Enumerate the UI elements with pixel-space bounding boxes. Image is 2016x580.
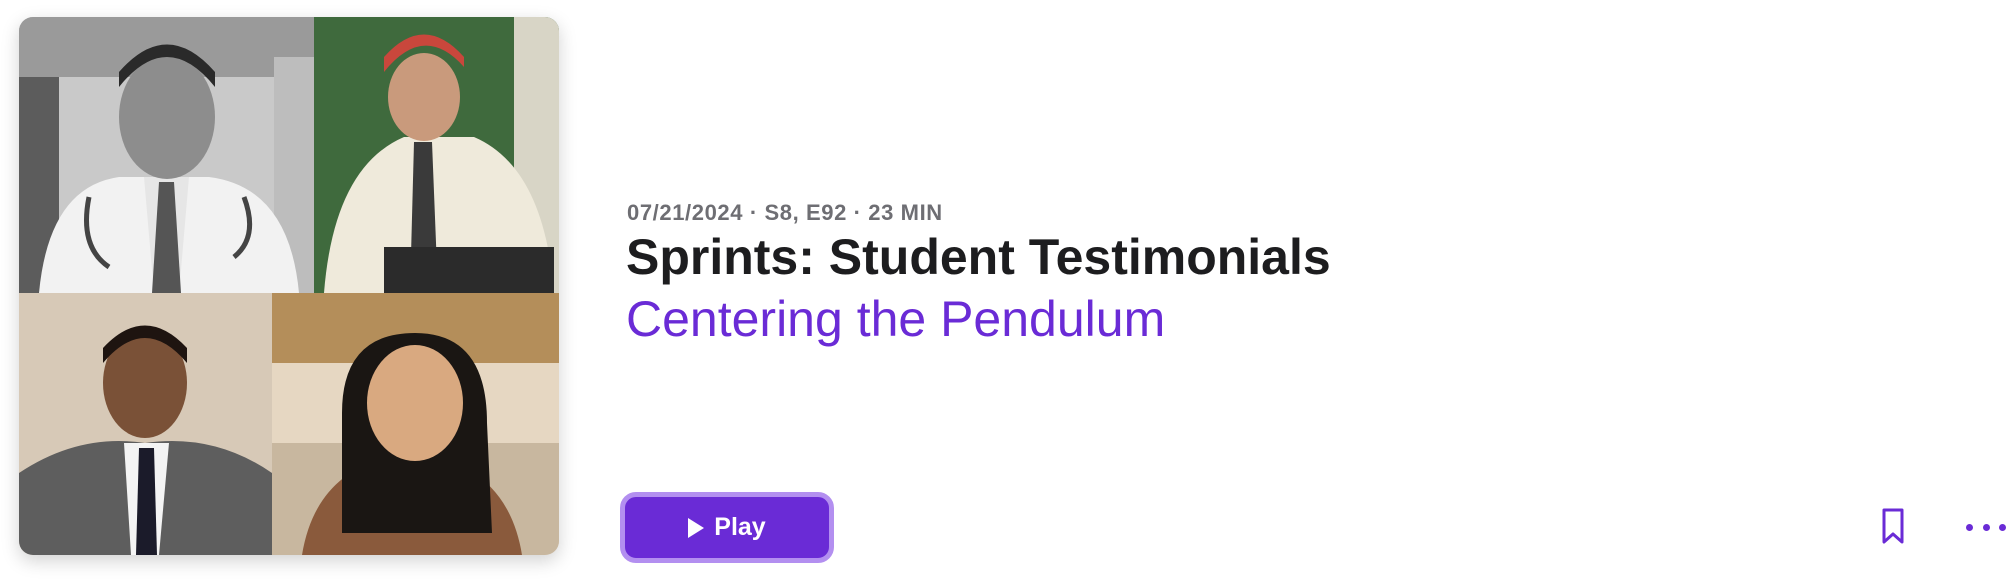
episode-meta: 07/21/2024 · S8, E92 · 23 MIN xyxy=(627,200,943,225)
play-button-label: Play xyxy=(714,513,766,541)
play-icon xyxy=(688,517,705,538)
show-name-link[interactable]: Centering the Pendulum xyxy=(626,290,1165,348)
more-icon-dot xyxy=(1982,523,1990,531)
artwork-photo-4 xyxy=(272,293,559,555)
episode-header: 07/21/2024 · S8, E92 · 23 MIN Sprints: S… xyxy=(0,0,2016,580)
bookmark-icon xyxy=(1882,508,1904,544)
artwork-photo-3 xyxy=(19,293,272,555)
artwork-photo-1 xyxy=(19,17,314,293)
episode-artwork xyxy=(19,17,559,555)
episode-title: Sprints: Student Testimonials xyxy=(626,229,1331,285)
play-button[interactable]: Play xyxy=(620,492,834,563)
more-options-button[interactable] xyxy=(1966,516,2006,538)
more-icon xyxy=(1966,523,1973,531)
bookmark-button[interactable] xyxy=(1878,506,1908,546)
more-icon-dot xyxy=(1999,523,2006,531)
artwork-photo-2 xyxy=(314,17,559,293)
